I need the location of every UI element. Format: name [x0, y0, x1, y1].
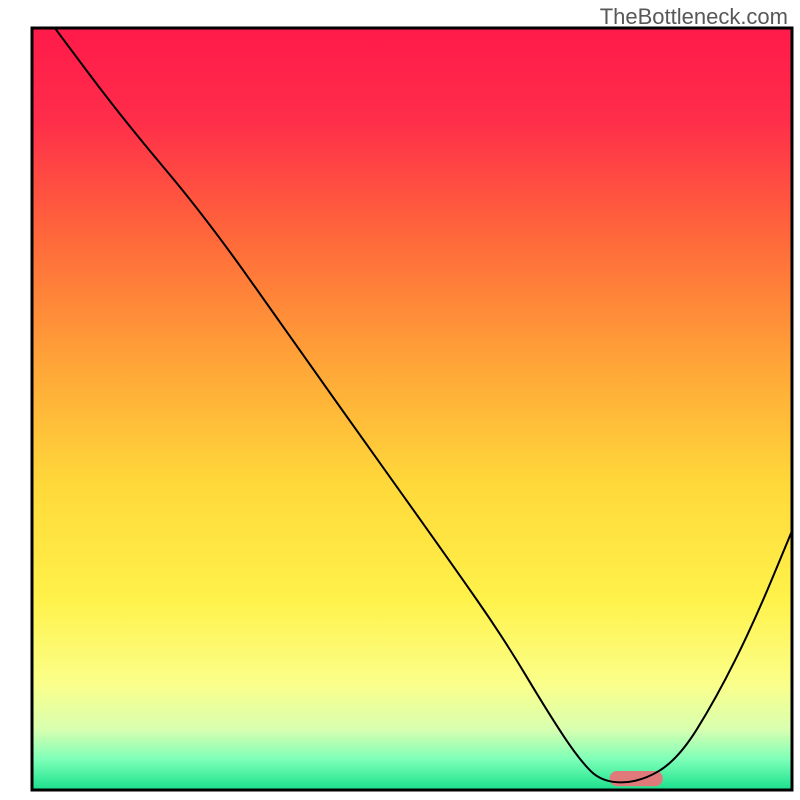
gradient-background	[32, 28, 792, 790]
watermark-label: TheBottleneck.com	[600, 4, 788, 30]
plot-area	[32, 28, 792, 790]
chart-container: TheBottleneck.com	[0, 0, 800, 800]
bottleneck-chart	[0, 0, 800, 800]
